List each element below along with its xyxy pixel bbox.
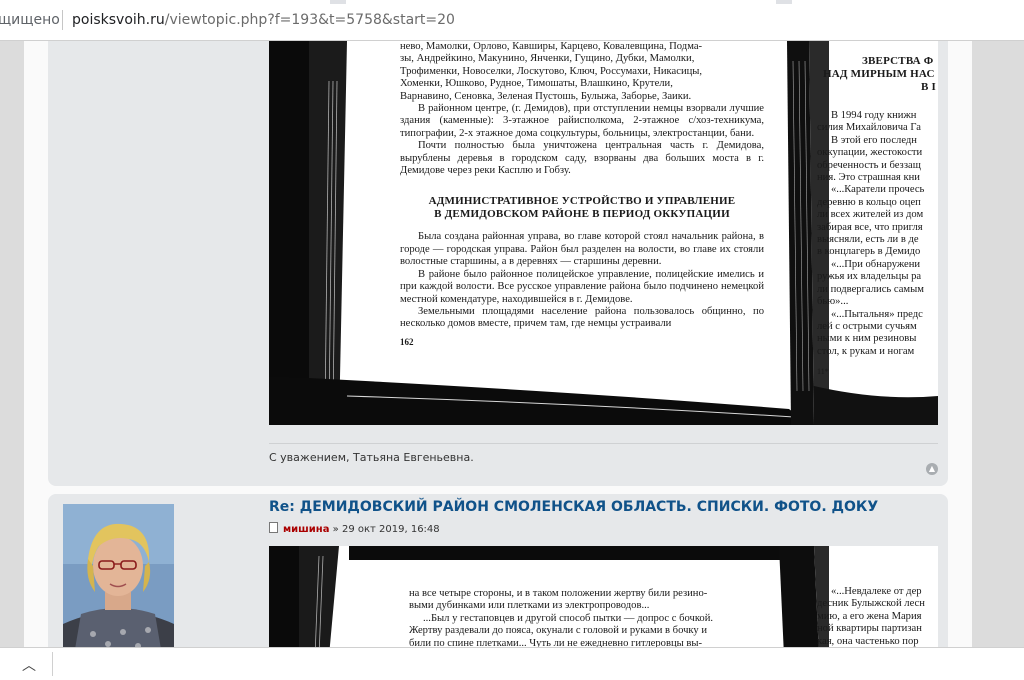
document-icon[interactable] <box>269 522 278 533</box>
post-title-link[interactable]: Re: ДЕМИДОВСКИЙ РАЙОН СМОЛЕНСКАЯ ОБЛАСТЬ… <box>269 499 878 515</box>
scan-line: «...При обнаружени <box>831 258 921 270</box>
post-signature: С уважением, Татьяна Евгеньевна. <box>269 451 474 464</box>
arrow-up-icon[interactable]: ▲ <box>926 463 938 475</box>
scan-line: оккупации, жестокости <box>817 147 923 159</box>
scan-heading: В ДЕМИДОВСКОМ РАЙОНЕ В ПЕРИОД ОККУПАЦИИ <box>434 208 730 221</box>
scan-line: стол, к рукам и ногам <box>817 345 915 357</box>
scan-paragraph: Была создана районная управа, во главе к… <box>400 231 764 268</box>
signature-divider <box>269 443 938 444</box>
scan-line: выми дубинками или плетками из электропр… <box>409 600 650 612</box>
scan-heading: АДМИНИСТРАТИВНОЕ УСТРОЙСТВО И УПРАВЛЕНИЕ <box>428 195 736 208</box>
scan-line: деревню в кольцо оцеп <box>817 196 921 208</box>
scan-line: забирая все, что пригля <box>817 221 923 233</box>
scan-right-page-text: ЗВЕРСТВА Ф НАД МИРНЫМ НАС В І В 1994 год… <box>817 55 938 379</box>
avatar <box>63 504 174 647</box>
scan-line: обреченность и беззащ <box>817 159 921 171</box>
browser-toolbar: щищено poisksvoih.ru/viewtopic.php?f=193… <box>0 0 1024 41</box>
scan-paragraph: В районе было районное полицейское управ… <box>400 268 764 305</box>
download-bar: ︿ <box>0 647 1024 680</box>
post-date: » 29 окт 2019, 16:48 <box>332 524 440 535</box>
scan-line: ли всех жителей из дом <box>817 209 924 221</box>
scan-line: в концлагерь в Демидо <box>817 246 921 258</box>
scan-left-page-text: нево, Мамолки, Орлово, Кавширы, Карцево,… <box>400 41 764 348</box>
scan-paragraph: В районном центре, (г. Демидов), при отс… <box>400 103 764 139</box>
scan-line: «...Каратели прочесь <box>831 184 925 196</box>
scan-paragraph: Почти полностью была уничтожена централь… <box>400 140 764 177</box>
attached-scan-image[interactable]: нево, Мамолки, Орлово, Кавширы, Карцево,… <box>269 41 938 425</box>
scan-line: силия Михайловича Га <box>817 122 921 134</box>
address-bar[interactable]: щищено poisksvoih.ru/viewtopic.php?f=193… <box>0 8 1024 34</box>
scan-line: ли подвергались самым <box>817 283 924 295</box>
page-number: 11* <box>817 367 829 377</box>
scan-line: зы, Андрейкино, Макунино, Янченки, Гущин… <box>400 53 695 65</box>
scan-line: на все четыре стороны, и в таком положен… <box>409 588 708 599</box>
scan-line: ными к ним резиновы <box>817 333 917 345</box>
forum-post: нево, Мамолки, Орлово, Кавширы, Карцево,… <box>48 41 948 486</box>
url-path: /viewtopic.php?f=193&t=5758&start=20 <box>164 12 455 28</box>
scan-line: ...Был у гестаповцев и другой способ пыт… <box>423 612 714 624</box>
scan-line: нево, Мамолки, Орлово, Кавширы, Карцево,… <box>400 41 703 52</box>
scan-line: В этой его последн <box>831 134 917 146</box>
chevron-up-icon[interactable]: ︿ <box>22 655 36 675</box>
scan-line: ния. Это страшная кни <box>817 172 920 184</box>
forum-wrap: нево, Мамолки, Орлово, Кавширы, Карцево,… <box>24 41 972 647</box>
scan-line: В 1994 году книжн <box>831 110 917 121</box>
author-link[interactable]: мишина <box>283 524 329 535</box>
tab-strip <box>0 0 1024 4</box>
scan-left-page-text: на все четыре стороны, и в таком положен… <box>409 588 769 647</box>
scan-heading: В І <box>921 81 936 93</box>
scan-line: бью»... <box>817 296 849 308</box>
url-host: poisksvoih.ru <box>72 12 165 28</box>
scan-line: Варнавино, Сеновка, Зеленая Пустошь, Бул… <box>400 90 692 102</box>
scan-line: выясняли, есть ли в де <box>817 234 919 246</box>
scan-line: били по спине плетками... Чуть ли не еже… <box>409 637 703 647</box>
scan-line: десник Булыжской лесн <box>817 598 925 610</box>
forum-post: Re: ДЕМИДОВСКИЙ РАЙОН СМОЛЕНСКАЯ ОБЛАСТЬ… <box>48 494 948 647</box>
page-viewport: нево, Мамолки, Орлово, Кавширы, Карцево,… <box>0 41 1024 647</box>
bottom-divider <box>52 652 53 676</box>
avatar-photo <box>63 504 174 647</box>
scan-line: кая, она частенько пор <box>817 635 919 647</box>
scan-right-page-text: «...Невдалеке от дер десник Булыжской ле… <box>817 586 938 647</box>
scan-line: Трофименки, Новоселки, Лоскутово, Ключ, … <box>400 65 703 77</box>
address-divider <box>62 10 63 30</box>
security-label[interactable]: щищено <box>0 12 60 28</box>
page-number: 162 <box>400 336 414 347</box>
scan-heading: НАД МИРНЫМ НАС <box>823 68 935 80</box>
scan-paragraph: Земельными площадями население района по… <box>400 305 764 330</box>
scan-line: «...Пытальня» предс <box>831 308 923 320</box>
scan-line: «...Невдалеке от дер <box>831 586 922 597</box>
scan-line: ружья их владельцы ра <box>817 271 922 283</box>
scan-line: Хоменки, Юшково, Руднoe, Тимошаты, Влашк… <box>400 78 673 90</box>
scan-line: мию, а его жена Мария <box>817 610 922 622</box>
scan-line: ной квартиры партизан <box>817 623 922 635</box>
post-meta: мишина » 29 окт 2019, 16:48 <box>269 522 440 535</box>
scan-heading: ЗВЕРСТВА Ф <box>862 55 934 67</box>
url-text[interactable]: poisksvoih.ru/viewtopic.php?f=193&t=5758… <box>72 12 455 28</box>
scan-line: Жертву раздевали до пояса, окунали с гол… <box>409 625 708 637</box>
attached-scan-image[interactable]: на все четыре стороны, и в таком положен… <box>269 546 938 647</box>
scan-line: лей с острыми сучьям <box>817 320 917 332</box>
